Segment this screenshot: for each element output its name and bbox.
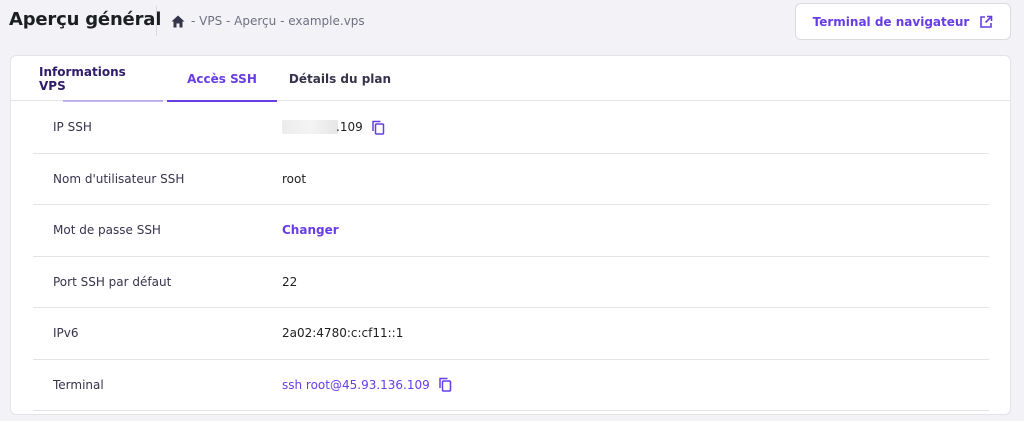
vps-overview-card: Informations VPS Accès SSH Détails du pl… — [10, 55, 1011, 415]
row-ssh-password: Mot de passe SSH Changer — [33, 205, 989, 257]
ssh-port-value: 22 — [282, 274, 298, 289]
tab-informations-vps[interactable]: Informations VPS — [39, 56, 163, 102]
row-label: Terminal — [53, 377, 104, 392]
ssh-details-list: IP SSH .109 Nom d'utilisateur SSH root M… — [33, 102, 989, 411]
external-link-icon — [980, 15, 993, 28]
row-ipv6: IPv6 2a02:4780:c:cf11::1 — [33, 308, 989, 360]
row-ssh-port: Port SSH par défaut 22 — [33, 257, 989, 308]
terminal-command-value: ssh root@45.93.136.109 — [282, 377, 452, 392]
ssh-ip-value: .109 — [282, 120, 385, 135]
page-header: Aperçu général - VPS - Aperçu - example.… — [0, 0, 1024, 46]
tab-bar: Informations VPS Accès SSH Détails du pl… — [11, 56, 1010, 102]
header-divider — [156, 6, 157, 36]
row-ssh-username: Nom d'utilisateur SSH root — [33, 154, 989, 205]
masked-ip-block — [282, 120, 338, 135]
tab-details-plan[interactable]: Détails du plan — [277, 56, 403, 101]
breadcrumb: - VPS - Aperçu - example.vps — [171, 14, 365, 28]
ssh-ip-text: .109 — [336, 120, 363, 135]
breadcrumb-apercu[interactable]: - Aperçu — [222, 14, 276, 28]
terminal-command-text: ssh root@45.93.136.109 — [282, 377, 430, 392]
home-icon[interactable] — [171, 15, 185, 28]
row-label: IP SSH — [53, 120, 92, 135]
breadcrumb-server: - example.vps — [276, 14, 365, 28]
ssh-username-value: root — [282, 171, 307, 186]
row-label: IPv6 — [53, 326, 79, 341]
copy-icon[interactable] — [371, 120, 385, 135]
breadcrumb-vps[interactable]: - VPS — [191, 14, 222, 28]
browser-terminal-button[interactable]: Terminal de navigateur — [795, 3, 1011, 40]
copy-icon[interactable] — [438, 377, 452, 392]
row-label: Port SSH par défaut — [53, 274, 172, 289]
browser-terminal-button-label: Terminal de navigateur — [812, 14, 970, 29]
row-terminal: Terminal ssh root@45.93.136.109 — [33, 360, 989, 411]
row-ssh-ip: IP SSH .109 — [33, 102, 989, 154]
row-label: Mot de passe SSH — [53, 223, 161, 238]
change-password-link[interactable]: Changer — [282, 223, 339, 237]
ipv6-value: 2a02:4780:c:cf11::1 — [282, 326, 404, 341]
page-title: Aperçu général — [9, 9, 162, 30]
row-label: Nom d'utilisateur SSH — [53, 171, 185, 186]
tab-acces-ssh[interactable]: Accès SSH — [167, 56, 277, 102]
